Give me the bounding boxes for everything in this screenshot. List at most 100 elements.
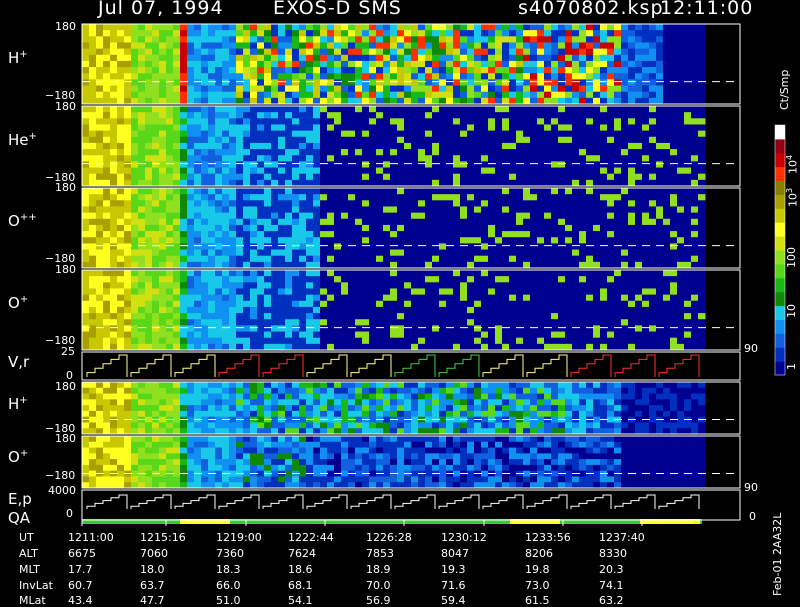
spectrogram-cell — [355, 155, 363, 162]
spectrogram-cell — [579, 155, 587, 162]
spectrogram-cell — [558, 136, 566, 144]
spectrogram-cell — [96, 410, 104, 418]
spectrogram-cell — [82, 161, 90, 169]
spectrogram-cell — [320, 85, 328, 93]
spectrogram-cell — [537, 60, 545, 68]
spectrogram-cell — [677, 255, 685, 263]
spectrogram-cell — [649, 270, 657, 277]
spectrogram-cell — [537, 249, 545, 257]
spectrogram-cell — [663, 67, 671, 74]
spectrogram-cell — [516, 24, 524, 31]
spectrogram-cell — [173, 142, 181, 150]
spectrogram-cell — [334, 387, 342, 395]
spectrogram-cell — [278, 224, 286, 232]
spectrogram-cell — [285, 382, 293, 389]
spectrogram-cell — [285, 270, 293, 277]
spectrogram-cell — [180, 212, 188, 220]
spectrogram-cell — [208, 422, 216, 429]
spectrogram-cell — [299, 288, 307, 296]
spectrogram-cell — [565, 249, 573, 257]
spectrogram-cell — [460, 124, 468, 132]
spectrogram-cell — [124, 276, 132, 283]
spectrogram-cell — [439, 331, 447, 339]
spectrogram-cell — [82, 231, 90, 238]
spectrogram-cell — [250, 36, 258, 43]
spectrogram-cell — [110, 48, 118, 56]
spectrogram-cell — [264, 393, 272, 400]
spectrogram-cell — [691, 60, 699, 68]
spectrogram-cell — [544, 188, 552, 195]
spectrogram-cell — [264, 294, 272, 302]
spectrogram-cell — [593, 79, 601, 87]
spectrogram-cell — [572, 118, 580, 125]
spectrogram-cell — [320, 130, 328, 138]
spectrogram-cell — [586, 288, 594, 296]
spectrogram-cell — [313, 60, 321, 68]
spectrogram-cell — [313, 73, 321, 80]
spectrogram-cell — [348, 73, 356, 80]
spectrogram-cell — [488, 337, 496, 345]
spectrogram-cell — [138, 194, 146, 201]
spectrogram-cell — [131, 60, 139, 68]
spectrogram-cell — [572, 91, 580, 99]
spectrogram-cell — [474, 325, 482, 333]
spectrogram-cell — [684, 73, 692, 80]
spectrogram-cell — [614, 112, 622, 119]
spectrogram-cell — [460, 106, 468, 113]
spectrogram-cell — [236, 212, 244, 220]
spectrogram-cell — [677, 194, 685, 201]
spectrogram-cell — [509, 167, 517, 175]
spectrogram-cell — [649, 79, 657, 87]
spectrogram-cell — [313, 206, 321, 214]
spectrogram-cell — [159, 422, 167, 429]
spectrogram-cell — [180, 331, 188, 339]
spectrogram-cell — [509, 325, 517, 333]
spectrogram-cell — [292, 24, 300, 31]
spectrogram-cell — [117, 206, 125, 214]
spectrogram-cell — [467, 288, 475, 296]
spectrogram-cell — [292, 306, 300, 314]
spectrogram-cell — [586, 36, 594, 43]
spectrogram-cell — [439, 212, 447, 220]
spectrogram-cell — [544, 91, 552, 99]
spectrogram-cell — [103, 188, 111, 195]
spectrogram-cell — [173, 130, 181, 138]
spectrogram-cell — [208, 270, 216, 277]
spectrogram-cell — [607, 331, 615, 339]
spectrogram-cell — [523, 48, 531, 56]
spectrogram-cell — [117, 405, 125, 412]
spectrogram-cell — [362, 155, 370, 162]
spectrogram-cell — [460, 149, 468, 156]
spectrogram-cell — [502, 142, 510, 150]
spectrogram-cell — [264, 249, 272, 257]
spectrogram-cell — [320, 399, 328, 406]
spectrogram-cell — [236, 149, 244, 156]
spectrogram-cell — [474, 73, 482, 80]
spectrogram-cell — [201, 243, 209, 251]
spectrogram-cell — [467, 54, 475, 62]
spectrogram-cell — [649, 30, 657, 37]
spectrogram-cell — [313, 337, 321, 345]
spectrogram-cell — [110, 331, 118, 339]
spectrogram-cell — [432, 136, 440, 144]
spectrogram-cell — [250, 282, 258, 289]
spectrogram-cell — [432, 243, 440, 251]
spectrogram-cell — [117, 224, 125, 232]
spectrogram-cell — [362, 130, 370, 138]
spectrogram-cell — [488, 161, 496, 169]
spectrogram-cell — [229, 288, 237, 296]
spectrogram-cell — [243, 79, 251, 87]
spectrogram-cell — [432, 54, 440, 62]
spectrogram-cell — [397, 155, 405, 162]
spectrogram-cell — [250, 319, 258, 326]
spectrogram-cell — [327, 319, 335, 326]
spectrogram-cell — [376, 79, 384, 87]
spectrogram-cell — [432, 106, 440, 113]
spectrogram-cell — [663, 48, 671, 56]
spectrogram-cell — [656, 331, 664, 339]
spectrogram-cell — [180, 319, 188, 326]
spectrogram-cell — [103, 118, 111, 125]
spectrogram-cell — [89, 237, 97, 244]
spectrogram-cell — [299, 282, 307, 289]
spectrogram-cell — [362, 212, 370, 220]
